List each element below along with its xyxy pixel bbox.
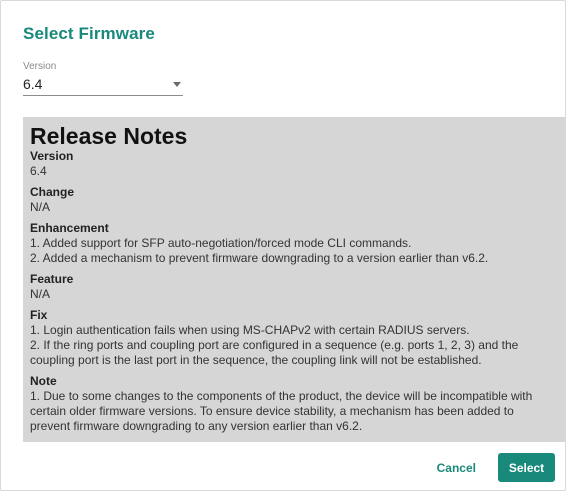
section-line: 1. Login authentication fails when using… (30, 323, 470, 337)
section-line: N/A (30, 287, 51, 301)
notes-section-version: Version 6.4 (30, 149, 558, 179)
section-heading: Feature (30, 272, 74, 286)
section-line: 1. Added support for SFP auto-negotiatio… (30, 236, 412, 250)
release-notes-title: Release Notes (30, 123, 188, 149)
notes-section-enhancement: Enhancement 1. Added support for SFP aut… (30, 221, 558, 266)
dialog-footer: Cancel Select (425, 453, 555, 482)
section-line: 1. Due to some changes to the components… (30, 389, 533, 403)
section-heading: Enhancement (30, 221, 109, 235)
section-line: 6.4 (30, 164, 47, 178)
version-select[interactable]: 6.4 (23, 74, 183, 96)
section-heading: Version (30, 149, 74, 163)
release-notes-panel: Release Notes Version 6.4 Change N/A Enh… (23, 117, 565, 442)
version-field: Version 6.4 (23, 61, 183, 96)
section-line: 2. Added a mechanism to prevent firmware… (30, 251, 489, 265)
notes-section-feature: Feature N/A (30, 272, 558, 302)
notes-section-change: Change N/A (30, 185, 558, 215)
cancel-button[interactable]: Cancel (425, 455, 488, 481)
version-value: 6.4 (23, 76, 43, 92)
section-line: certain older firmware versions. To ensu… (30, 404, 514, 418)
section-line: coupling port is the last port in the se… (30, 353, 482, 367)
section-line: prevent firmware downgrading to any vers… (30, 419, 363, 433)
section-heading: Change (30, 185, 75, 199)
select-button[interactable]: Select (498, 453, 555, 482)
section-line: 2. If the ring ports and coupling port a… (30, 338, 519, 352)
chevron-down-icon[interactable] (173, 82, 181, 87)
select-firmware-dialog: Select Firmware Version 6.4 Release Note… (0, 0, 566, 491)
section-heading: Fix (30, 308, 48, 322)
notes-section-note: Note 1. Due to some changes to the compo… (30, 374, 558, 434)
section-line: N/A (30, 200, 51, 214)
notes-section-fix: Fix 1. Login authentication fails when u… (30, 308, 558, 368)
version-label: Version (23, 61, 57, 72)
section-heading: Note (30, 374, 57, 388)
dialog-title: Select Firmware (23, 24, 155, 43)
